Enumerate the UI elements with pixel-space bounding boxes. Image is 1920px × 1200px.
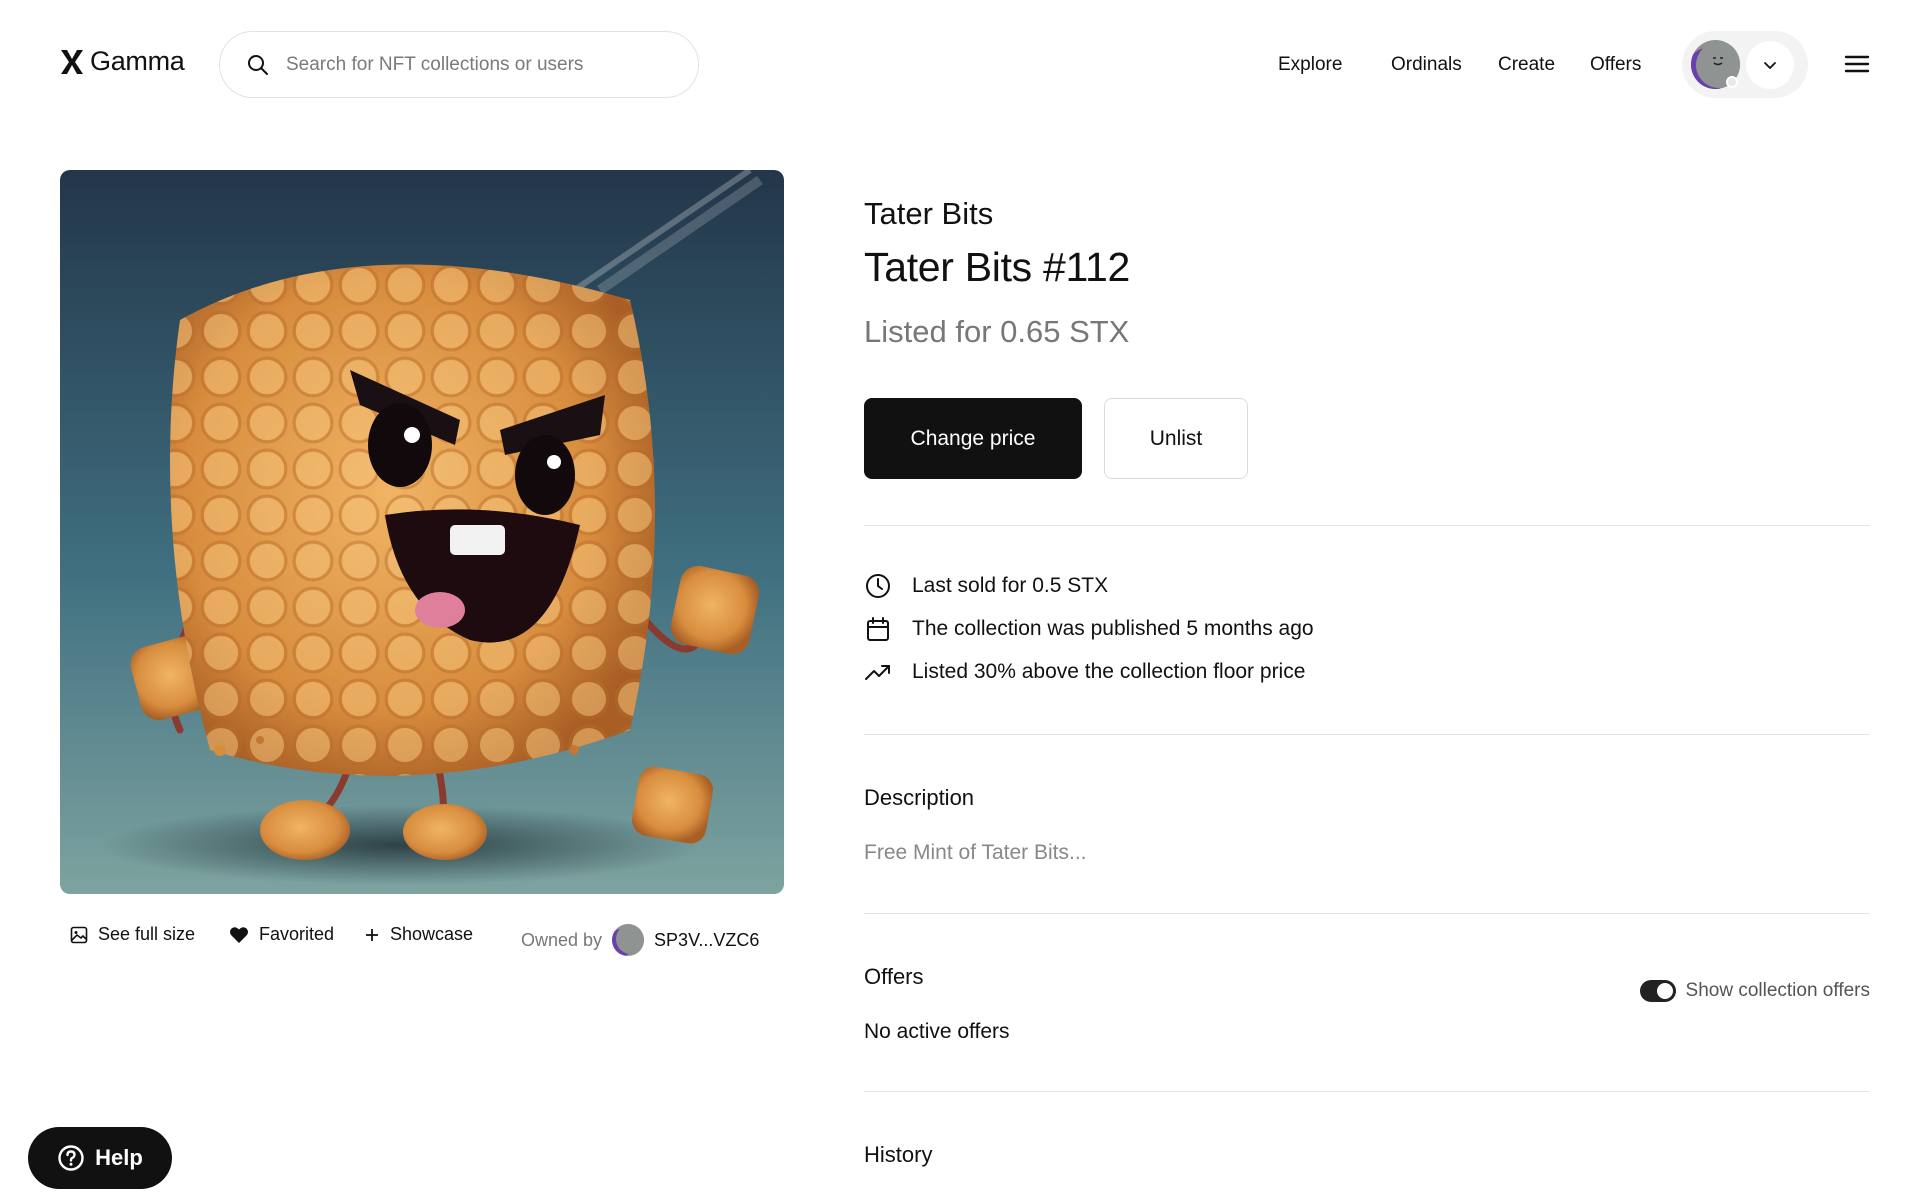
fact-text: Listed 30% above the collection floor pr…: [912, 660, 1306, 683]
description-title: Description: [864, 785, 975, 810]
divider: [864, 734, 1870, 735]
change-price-button[interactable]: Change price: [864, 398, 1082, 479]
unlist-button[interactable]: Unlist: [1104, 398, 1248, 479]
nav-explore[interactable]: Explore: [1278, 54, 1342, 76]
chevron-down-icon: [1764, 62, 1776, 69]
no-offers-text: No active offers: [864, 1020, 1010, 1043]
offers-title: Offers: [864, 964, 924, 989]
owner-info[interactable]: Owned by SP3V...VZC6: [521, 924, 759, 956]
favorite-button[interactable]: Favorited: [229, 924, 334, 945]
fact-text: The collection was published 5 months ag…: [912, 617, 1314, 640]
help-label: Help: [95, 1145, 143, 1170]
hamburger-menu-icon[interactable]: [1844, 52, 1870, 76]
logo[interactable]: Gamma: [60, 46, 185, 77]
plus-icon: [366, 928, 378, 941]
description-text: Free Mint of Tater Bits...: [864, 841, 1087, 864]
nav-offers[interactable]: Offers: [1590, 54, 1641, 76]
divider: [864, 1091, 1870, 1092]
favorited-label: Favorited: [259, 924, 335, 944]
fact-text: Last sold for 0.5 STX: [912, 574, 1109, 597]
collection-name[interactable]: Tater Bits: [864, 196, 993, 232]
calendar-icon: [867, 617, 889, 641]
show-collection-offers-toggle[interactable]: Show collection offers: [1639, 980, 1870, 1002]
nav-ordinals[interactable]: Ordinals: [1391, 54, 1462, 76]
fact-published: The collection was published 5 months ag…: [864, 615, 1314, 643]
history-title: History: [864, 1142, 933, 1167]
account-menu[interactable]: [1682, 31, 1808, 98]
brand-name: Gamma: [90, 46, 185, 76]
see-full-size-label: See full size: [98, 924, 196, 944]
gamma-logo-icon: [61, 49, 83, 74]
showcase-button[interactable]: Showcase: [364, 924, 473, 945]
question-circle-icon: [58, 1145, 84, 1171]
image-icon: [70, 926, 88, 943]
fact-floor-price: Listed 30% above the collection floor pr…: [864, 658, 1305, 686]
header: Gamma Explore Ordinals Create Offers: [0, 0, 1920, 128]
toggle-label: Show collection offers: [1685, 980, 1870, 1001]
fact-last-sold: Last sold for 0.5 STX: [864, 572, 1108, 600]
status-dot: [1726, 76, 1738, 88]
clock-icon: [866, 574, 890, 598]
help-button[interactable]: Help: [28, 1127, 172, 1189]
search-box[interactable]: [219, 31, 699, 98]
search-input[interactable]: [286, 53, 686, 76]
account-dropdown-button[interactable]: [1746, 41, 1794, 89]
owner-address[interactable]: SP3V...VZC6: [654, 930, 759, 951]
search-icon: [248, 54, 268, 75]
see-full-size-button[interactable]: See full size: [70, 924, 195, 945]
trending-up-icon: [865, 665, 890, 680]
divider: [864, 913, 1870, 914]
owner-avatar: [612, 924, 645, 956]
image-actions: See full size Favorited Showcase Owned b…: [70, 924, 790, 956]
showcase-label: Showcase: [390, 924, 474, 944]
nft-image[interactable]: [60, 170, 784, 894]
owned-by-label: Owned by: [521, 929, 603, 950]
tater-character-illustration: [60, 170, 784, 894]
listed-price: Listed for 0.65 STX: [864, 314, 1130, 349]
divider: [864, 525, 1870, 526]
heart-icon: [230, 926, 248, 943]
toggle-switch[interactable]: [1639, 980, 1676, 1002]
item-title: Tater Bits #112: [864, 244, 1130, 290]
nav-create[interactable]: Create: [1498, 54, 1555, 76]
